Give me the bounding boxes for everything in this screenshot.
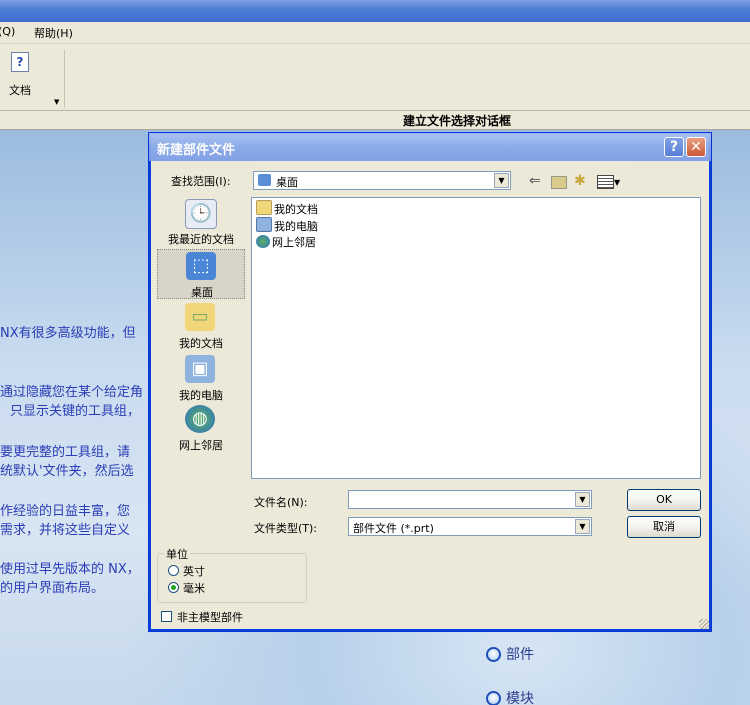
radio-inches-label: 英寸 (183, 565, 205, 578)
bg-text-line: 只显示关键的工具组， (10, 404, 141, 419)
cue-line-text: 建立文件选择对话框 (403, 114, 512, 128)
bg-text-line: 需求，并将这些自定义 (0, 523, 131, 538)
chevron-down-icon[interactable]: ▼ (494, 173, 509, 188)
recent-documents-icon: 🕒 (185, 199, 217, 229)
radio-inches[interactable] (168, 565, 179, 576)
filetype-value: 部件文件 (*.prt) (353, 522, 434, 535)
dropdown-arrow-icon[interactable]: ▼ (54, 98, 59, 106)
bg-text-line: 作经验的日益丰富，您 (0, 504, 131, 519)
place-label: 我的电脑 (179, 389, 223, 402)
app-title-bar (0, 0, 750, 22)
chevron-down-icon[interactable]: ▼ (575, 492, 590, 507)
file-list[interactable]: 我的文档 我的电脑 网上邻居 (251, 197, 701, 479)
dialog-title: 新建部件文件 (157, 143, 236, 158)
cancel-button[interactable]: 取消 (627, 516, 701, 538)
list-item[interactable]: 我的电脑 (256, 217, 318, 233)
list-item[interactable]: 我的文档 (256, 200, 318, 216)
bg-text-line: 要更完整的工具组，请 (0, 445, 131, 460)
bg-text-line: 使用过早先版本的 NX， (0, 562, 140, 577)
filetype-select[interactable]: 部件文件 (*.prt) ▼ (348, 517, 592, 536)
new-part-file-dialog: 新建部件文件 ? ✕ 查找范围(I): 桌面 ▼ ⇐ ✱ ▼ 🕒 我最近的文档 … (148, 132, 712, 632)
sphere-icon (486, 691, 501, 705)
my-documents-icon: ▭ (185, 303, 215, 331)
menu-item-tools[interactable]: (Q) (0, 25, 15, 38)
bg-text-line: 统默认'文件夹，然后选 (0, 464, 134, 479)
documentation-button[interactable]: ? 文档 ▼ (2, 50, 65, 108)
ok-button[interactable]: OK (627, 489, 701, 511)
place-label: 桌面 (191, 286, 213, 299)
place-label: 网上邻居 (179, 439, 223, 452)
filename-label: 文件名(N): (254, 496, 308, 509)
filetype-label: 文件类型(T): (254, 522, 318, 535)
resize-grip[interactable] (699, 619, 709, 629)
look-in-value: 桌面 (276, 176, 298, 189)
help-button[interactable]: ? (664, 137, 684, 157)
computer-icon (256, 217, 272, 232)
place-label: 我的文档 (179, 337, 223, 350)
radio-millimeters[interactable] (168, 582, 179, 593)
chevron-down-icon[interactable]: ▼ (575, 519, 590, 534)
list-item[interactable]: 网上邻居 (256, 234, 316, 250)
folder-icon (256, 200, 272, 215)
documentation-label: 文档 (9, 84, 31, 97)
view-menu-icon[interactable] (597, 175, 614, 189)
up-folder-icon[interactable] (551, 176, 567, 189)
toolbar: ? 文档 ▼ (0, 44, 750, 111)
sphere-icon (486, 647, 501, 662)
radio-millimeters-label: 毫米 (183, 582, 205, 595)
units-group: 单位 英寸 毫米 (157, 546, 307, 603)
place-label: 我最近的文档 (168, 233, 234, 246)
non-master-checkbox[interactable] (161, 611, 172, 622)
network-icon (256, 235, 270, 248)
new-folder-icon[interactable]: ✱ (574, 173, 586, 189)
close-button[interactable]: ✕ (686, 137, 706, 157)
look-in-label: 查找范围(I): (171, 175, 231, 188)
place-my-computer[interactable]: ▣ 我的电脑 (157, 353, 245, 403)
back-icon[interactable]: ⇐ (529, 173, 541, 189)
desktop-icon: ⬚ (186, 252, 216, 280)
dialog-title-bar[interactable]: 新建部件文件 ? ✕ (149, 133, 711, 161)
units-legend: 单位 (164, 546, 190, 562)
place-desktop[interactable]: ⬚ 桌面 (157, 249, 245, 299)
menu-bar: (Q) 帮助(H) (0, 22, 750, 44)
menu-item-help[interactable]: 帮助(H) (34, 25, 73, 41)
look-in-combo[interactable]: 桌面 ▼ (253, 171, 511, 190)
place-recent[interactable]: 🕒 我最近的文档 (157, 197, 245, 247)
network-places-icon: ◍ (185, 405, 215, 433)
place-network[interactable]: ◍ 网上邻居 (157, 403, 245, 453)
question-doc-icon: ? (11, 52, 29, 72)
filename-field[interactable]: ▼ (348, 490, 592, 509)
bg-text-line: 的用户界面布局。 (0, 581, 105, 596)
non-master-label: 非主模型部件 (177, 611, 243, 624)
bg-text-line: 通过隐藏您在某个给定角 (0, 385, 144, 400)
bg-text-line: NX有很多高级功能，但 (0, 326, 136, 341)
chevron-down-icon[interactable]: ▼ (614, 178, 620, 187)
link-modules[interactable]: 模块 (486, 688, 534, 705)
cue-line: 建立文件选择对话框 (0, 111, 750, 130)
places-bar: 🕒 我最近的文档 ⬚ 桌面 ▭ 我的文档 ▣ 我的电脑 ◍ 网上邻居 (157, 197, 245, 457)
desktop-icon (258, 174, 271, 186)
place-my-documents[interactable]: ▭ 我的文档 (157, 301, 245, 351)
my-computer-icon: ▣ (185, 355, 215, 383)
link-parts[interactable]: 部件 (486, 644, 534, 664)
